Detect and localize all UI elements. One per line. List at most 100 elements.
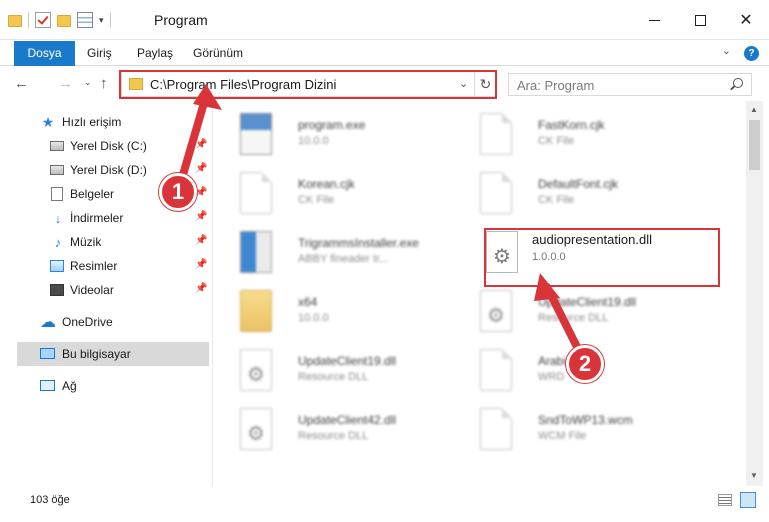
sidebar-item-network[interactable]: Ağ bbox=[0, 374, 210, 398]
close-button[interactable]: ✕ bbox=[723, 0, 769, 40]
tab-home[interactable]: Giriş bbox=[87, 41, 112, 66]
pin-icon[interactable]: 📌 bbox=[195, 139, 207, 150]
file-icon bbox=[240, 172, 272, 214]
search-icon[interactable] bbox=[733, 78, 743, 88]
file-icon bbox=[480, 172, 512, 214]
step-1-badge: 1 bbox=[159, 173, 197, 211]
sidebar-item-music[interactable]: ♪ Müzik 📌 bbox=[0, 230, 210, 254]
scroll-thumb[interactable] bbox=[749, 120, 760, 170]
pin-icon[interactable]: 📌 bbox=[195, 211, 207, 222]
qat-dropdown-icon[interactable]: ▾ bbox=[99, 15, 104, 26]
tab-file[interactable]: Dosya bbox=[14, 41, 75, 66]
file-icon bbox=[480, 349, 512, 391]
dll-gear-icon bbox=[240, 349, 272, 391]
properties-icon[interactable] bbox=[77, 12, 93, 28]
vertical-scrollbar[interactable]: ▲ ▼ bbox=[746, 101, 763, 486]
sidebar-item-label: Yerel Disk (D:) bbox=[70, 163, 147, 177]
file-name: x64 bbox=[298, 295, 318, 309]
sidebar-item-label: Videolar bbox=[70, 283, 114, 297]
back-arrow-icon[interactable]: ← bbox=[14, 75, 29, 92]
folder-icon bbox=[240, 290, 272, 332]
network-icon bbox=[40, 380, 55, 391]
file-detail: CK File bbox=[538, 194, 575, 206]
file-name: Korean.cjk bbox=[298, 177, 355, 191]
maximize-button[interactable] bbox=[677, 0, 723, 40]
pin-icon[interactable]: 📌 bbox=[195, 259, 207, 270]
file-item[interactable]: x64 10.0.0 bbox=[228, 284, 468, 342]
file-item[interactable]: UpdateClient42.dll Resource DLL bbox=[228, 402, 468, 460]
file-name: UpdateClient42.dll bbox=[298, 413, 397, 427]
status-bar: 103 öğe bbox=[0, 486, 769, 522]
sidebar-item-quick-access[interactable]: ★ Hızlı erişim bbox=[0, 110, 210, 134]
folder-icon[interactable] bbox=[8, 15, 22, 27]
file-detail: Resource DLL bbox=[538, 312, 609, 324]
large-icons-view-icon[interactable] bbox=[740, 492, 756, 508]
file-icon bbox=[480, 113, 512, 155]
videos-icon bbox=[50, 284, 64, 296]
sidebar-item-label: Ağ bbox=[62, 379, 77, 393]
recent-locations-icon[interactable]: ⌄ bbox=[84, 77, 92, 88]
file-detail: 10.0.0 bbox=[298, 312, 329, 324]
tab-view[interactable]: Görünüm bbox=[193, 41, 243, 66]
sidebar-item-pictures[interactable]: Resimler 📌 bbox=[0, 254, 210, 278]
file-detail: WRD bbox=[538, 371, 565, 383]
sidebar-item-label: Müzik bbox=[70, 235, 102, 249]
file-name: DefaultFont.cjk bbox=[538, 177, 619, 191]
sidebar-item-this-pc[interactable]: Bu bilgisayar bbox=[17, 342, 209, 366]
file-item[interactable]: DefaultFont.cjk CK File bbox=[468, 166, 708, 224]
file-item[interactable]: UpdateClient19.dll Resource DLL bbox=[228, 343, 468, 401]
pin-icon[interactable]: 📌 bbox=[195, 283, 207, 294]
sidebar-item-label: İndirmeler bbox=[70, 211, 124, 225]
minimize-button[interactable] bbox=[631, 0, 677, 40]
file-name: UpdateClient19.dll bbox=[538, 295, 637, 309]
search-box[interactable] bbox=[508, 73, 752, 96]
file-detail: 10.0.0 bbox=[298, 135, 329, 147]
address-highlight bbox=[119, 70, 497, 99]
details-view-icon[interactable] bbox=[718, 494, 732, 506]
forward-arrow-icon[interactable]: → bbox=[58, 75, 73, 92]
drive-icon bbox=[50, 141, 64, 151]
new-folder-icon[interactable] bbox=[57, 15, 71, 27]
up-arrow-icon[interactable]: ↑ bbox=[100, 75, 108, 92]
scroll-down-icon[interactable]: ▼ bbox=[750, 471, 758, 480]
file-detail: CK File bbox=[538, 135, 575, 147]
pictures-icon bbox=[50, 260, 64, 272]
pin-icon[interactable]: 📌 bbox=[195, 235, 207, 246]
properties-check-icon[interactable] bbox=[35, 12, 51, 28]
sidebar-item-label: Bu bilgisayar bbox=[62, 347, 131, 361]
file-detail: ABBY fineader tr... bbox=[298, 253, 389, 265]
sidebar-item-label: Belgeler bbox=[70, 187, 115, 201]
search-input[interactable] bbox=[517, 78, 717, 93]
file-list: program.exe 10.0.0 FastKorn.cjk CK File … bbox=[214, 101, 746, 486]
file-detail: Resource DLL bbox=[298, 371, 369, 383]
file-item[interactable]: TrigrammsInstaller.exe ABBY fineader tr.… bbox=[228, 225, 468, 283]
dll-gear-icon bbox=[240, 408, 272, 450]
file-name: FastKorn.cjk bbox=[538, 118, 605, 132]
scroll-up-icon[interactable]: ▲ bbox=[750, 105, 758, 114]
tab-share[interactable]: Paylaş bbox=[137, 41, 173, 66]
separator bbox=[28, 12, 29, 28]
ribbon-expand-icon[interactable]: ⌄ bbox=[722, 44, 731, 57]
file-item[interactable]: program.exe 10.0.0 bbox=[228, 107, 468, 165]
file-detail: Resource DLL bbox=[298, 430, 369, 442]
download-icon: ↓ bbox=[54, 210, 62, 226]
window-title: Program bbox=[154, 12, 208, 28]
file-icon bbox=[480, 408, 512, 450]
sidebar-item-videos[interactable]: Videolar 📌 bbox=[0, 278, 210, 302]
sidebar-item-disk-c[interactable]: Yerel Disk (C:) 📌 bbox=[0, 134, 210, 158]
help-icon[interactable]: ? bbox=[744, 46, 759, 61]
file-item[interactable]: Korean.cjk CK File bbox=[228, 166, 468, 224]
star-icon: ★ bbox=[41, 113, 55, 130]
pin-icon[interactable]: 📌 bbox=[195, 163, 207, 174]
step-2-badge: 2 bbox=[566, 345, 604, 383]
file-item[interactable]: UpdateClient19.dll Resource DLL bbox=[468, 284, 708, 342]
separator bbox=[109, 12, 111, 28]
file-detail: WCM File bbox=[538, 430, 587, 442]
navigation-pane: ★ Hızlı erişim Yerel Disk (C:) 📌 Yerel D… bbox=[0, 101, 213, 486]
sidebar-item-onedrive[interactable]: ☁ OneDrive bbox=[0, 310, 210, 334]
file-name: TrigrammsInstaller.exe bbox=[298, 236, 419, 250]
file-item[interactable]: FastKorn.cjk CK File bbox=[468, 107, 708, 165]
sidebar-item-label: Hızlı erişim bbox=[62, 115, 122, 129]
file-item[interactable]: SndToWP13.wcm WCM File bbox=[468, 402, 708, 460]
dll-gear-icon bbox=[480, 290, 512, 332]
